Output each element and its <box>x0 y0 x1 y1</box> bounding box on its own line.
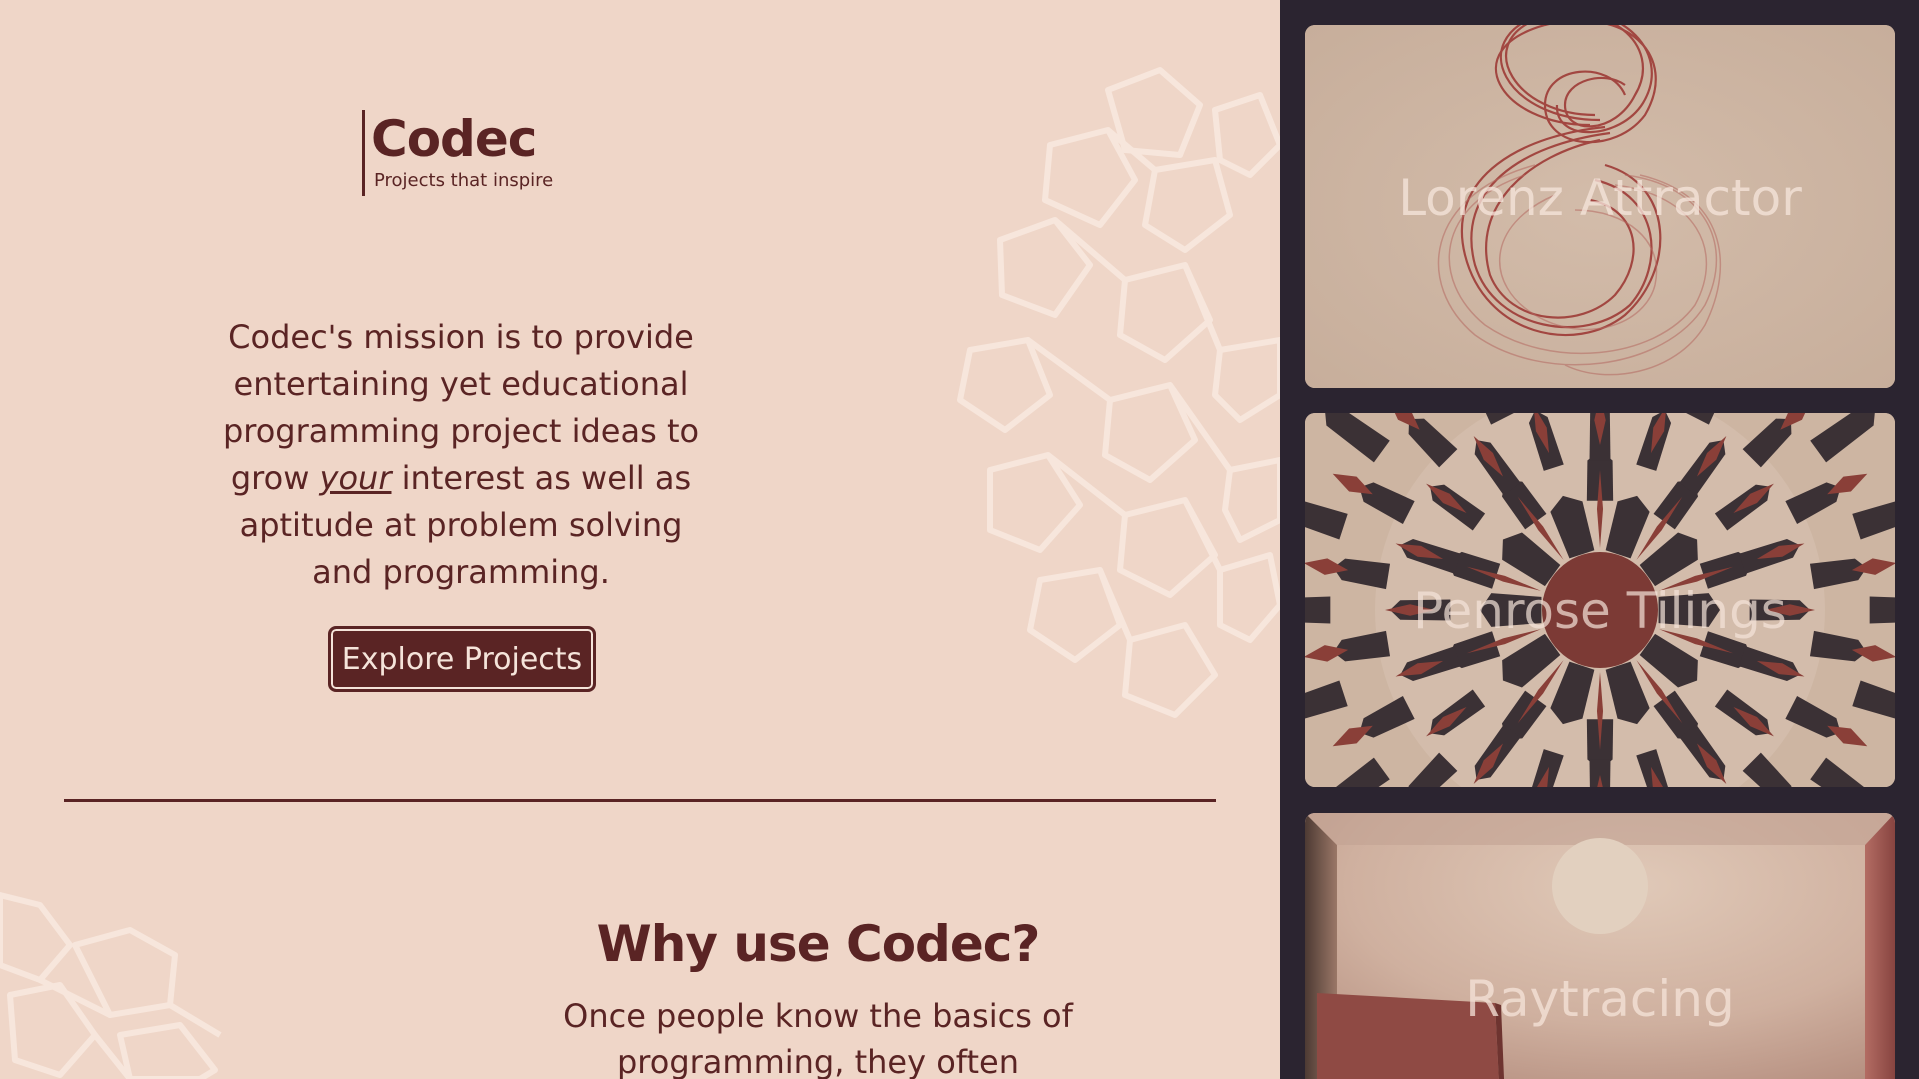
project-card-title: Penrose Tilings <box>1413 582 1787 640</box>
why-section-title: Why use Codec? <box>596 915 1041 973</box>
brand-name: Codec <box>371 110 537 168</box>
explore-projects-button[interactable]: Explore Projects <box>328 626 596 692</box>
project-card-title: Lorenz Attractor <box>1398 169 1802 227</box>
penrose-tiling-graphic: Penrose Tilings <box>1305 413 1895 787</box>
projects-sidebar: Lorenz Attractor Penrose Tilings Raytrac… <box>1280 0 1919 1079</box>
project-card-penrose[interactable]: Penrose Tilings <box>1305 413 1895 787</box>
mission-statement: Codec's mission is to provide entertaini… <box>205 314 717 596</box>
penrose-background-pattern-top <box>957 67 1280 718</box>
project-card-title: Raytracing <box>1465 970 1734 1028</box>
penrose-tile <box>1869 596 1895 624</box>
section-divider <box>64 799 1216 802</box>
project-card-lorenz[interactable]: Lorenz Attractor <box>1305 25 1895 388</box>
why-section-body: Once people know the basics of programmi… <box>563 997 1073 1079</box>
raytracing-graphic: Raytracing <box>1305 813 1895 1079</box>
brand-tagline: Projects that inspire <box>374 170 554 191</box>
project-card-raytracing[interactable]: Raytracing <box>1305 813 1895 1079</box>
penrose-background-pattern-bottom <box>0 892 222 1079</box>
mission-emphasis: your <box>319 459 392 497</box>
penrose-tile <box>1305 596 1331 624</box>
brand-logo[interactable]: Codec Projects that inspire <box>362 110 553 196</box>
main-content: Codec Projects that inspire Codec's miss… <box>0 0 1280 1079</box>
lorenz-attractor-graphic: Lorenz Attractor <box>1305 25 1895 388</box>
